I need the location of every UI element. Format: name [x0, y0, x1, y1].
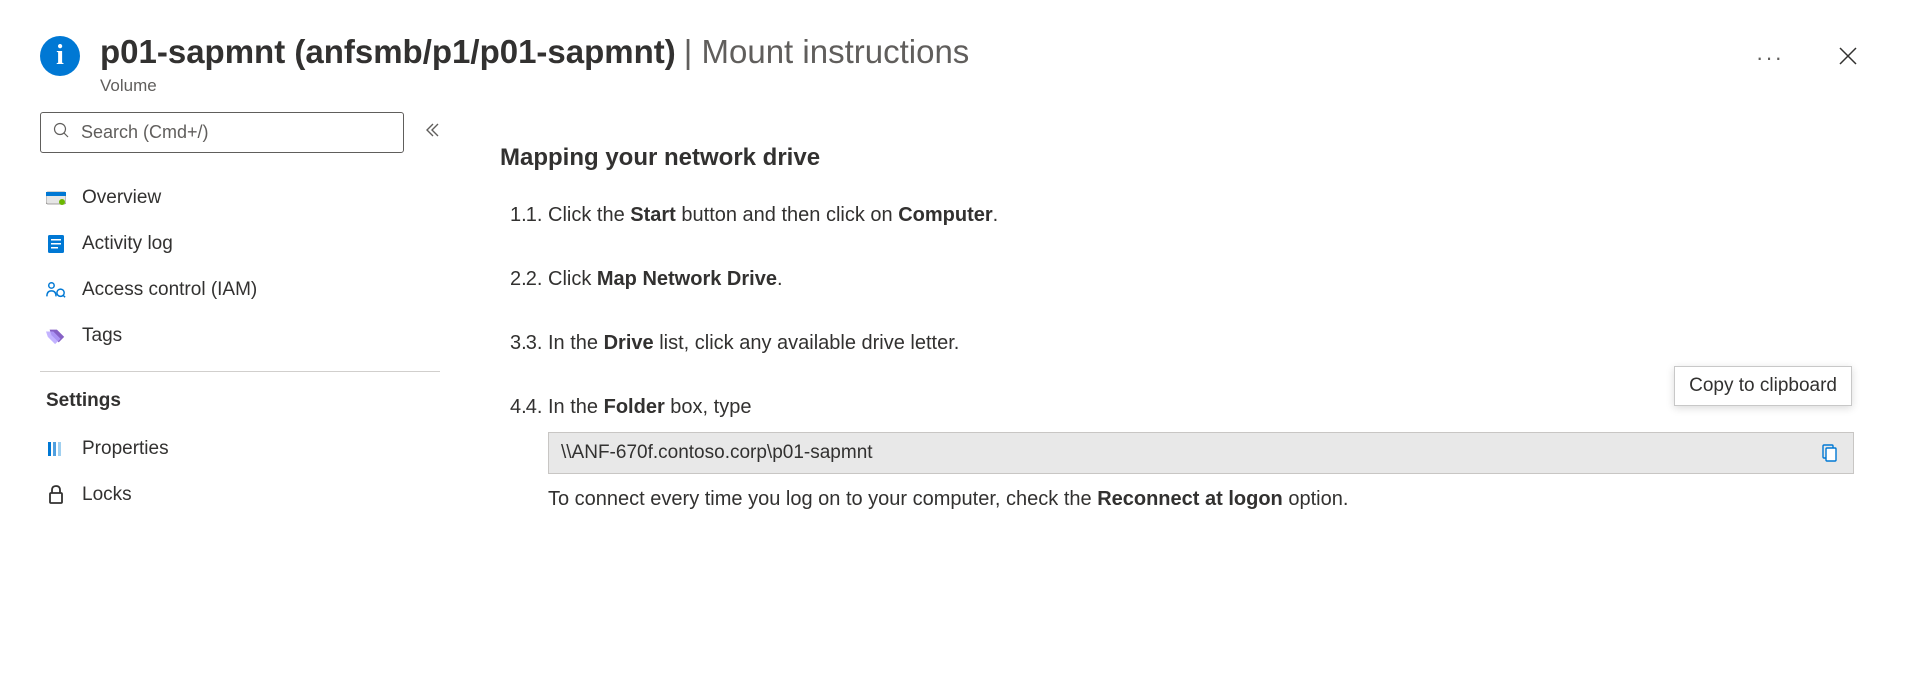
properties-icon — [46, 439, 66, 459]
sidebar-item-label: Activity log — [82, 233, 173, 255]
title-section: | Mount instructions — [684, 32, 970, 72]
search-input[interactable] — [79, 121, 391, 144]
sidebar-item-activity-log[interactable]: Activity log — [40, 221, 440, 267]
search-box[interactable] — [40, 112, 404, 153]
sidebar-item-locks[interactable]: Locks — [40, 472, 440, 518]
activity-log-icon — [46, 234, 66, 254]
page-title: p01-sapmnt (anfsmb/p1/p01-sapmnt) | Moun… — [100, 32, 1874, 72]
sidebar-item-overview[interactable]: Overview — [40, 175, 440, 221]
sidebar-item-label: Access control (IAM) — [82, 279, 257, 301]
path-text[interactable]: \\ANF-670f.contoso.corp\p01-sapmnt — [561, 439, 1819, 468]
copy-tooltip: Copy to clipboard — [1674, 366, 1852, 406]
sidebar-item-label: Locks — [82, 484, 132, 506]
instruction-step-4: In the Folder box, type \\ANF-670f.conto… — [548, 392, 1854, 515]
search-icon — [53, 122, 69, 143]
followup-text: To connect every time you log on to your… — [548, 484, 1854, 514]
close-button[interactable] — [1834, 42, 1862, 70]
sidebar-item-access-control[interactable]: Access control (IAM) — [40, 267, 440, 313]
sidebar: Overview Activity log Access control (IA… — [40, 112, 440, 529]
instruction-step-3: In the Drive list, click any available d… — [548, 328, 1854, 358]
locks-icon — [46, 485, 66, 505]
instructions-list: Click the Start button and then click on… — [500, 200, 1854, 515]
header-info-icon: i — [40, 36, 80, 76]
resource-type: Volume — [100, 76, 1874, 96]
header-text-group: p01-sapmnt (anfsmb/p1/p01-sapmnt) | Moun… — [100, 32, 1874, 96]
divider — [40, 371, 440, 372]
sidebar-item-tags[interactable]: Tags — [40, 313, 440, 359]
instruction-step-1: Click the Start button and then click on… — [548, 200, 1854, 230]
instruction-step-2: Click Map Network Drive. — [548, 264, 1854, 294]
access-control-icon — [46, 280, 66, 300]
sidebar-item-label: Overview — [82, 187, 161, 209]
sidebar-item-properties[interactable]: Properties — [40, 426, 440, 472]
collapse-sidebar-button[interactable] — [424, 122, 440, 143]
content-area: Mapping your network drive Click the Sta… — [440, 112, 1874, 529]
path-box: \\ANF-670f.contoso.corp\p01-sapmnt — [548, 432, 1854, 475]
overview-icon — [46, 188, 66, 208]
title-resource: p01-sapmnt (anfsmb/p1/p01-sapmnt) — [100, 32, 676, 72]
sidebar-item-label: Properties — [82, 438, 169, 460]
copy-button[interactable] — [1819, 442, 1841, 464]
more-actions-button[interactable]: ··· — [1756, 45, 1784, 71]
content-heading: Mapping your network drive — [500, 144, 1854, 172]
sidebar-item-label: Tags — [82, 325, 122, 347]
tags-icon — [46, 326, 66, 346]
section-title-settings: Settings — [40, 386, 440, 426]
